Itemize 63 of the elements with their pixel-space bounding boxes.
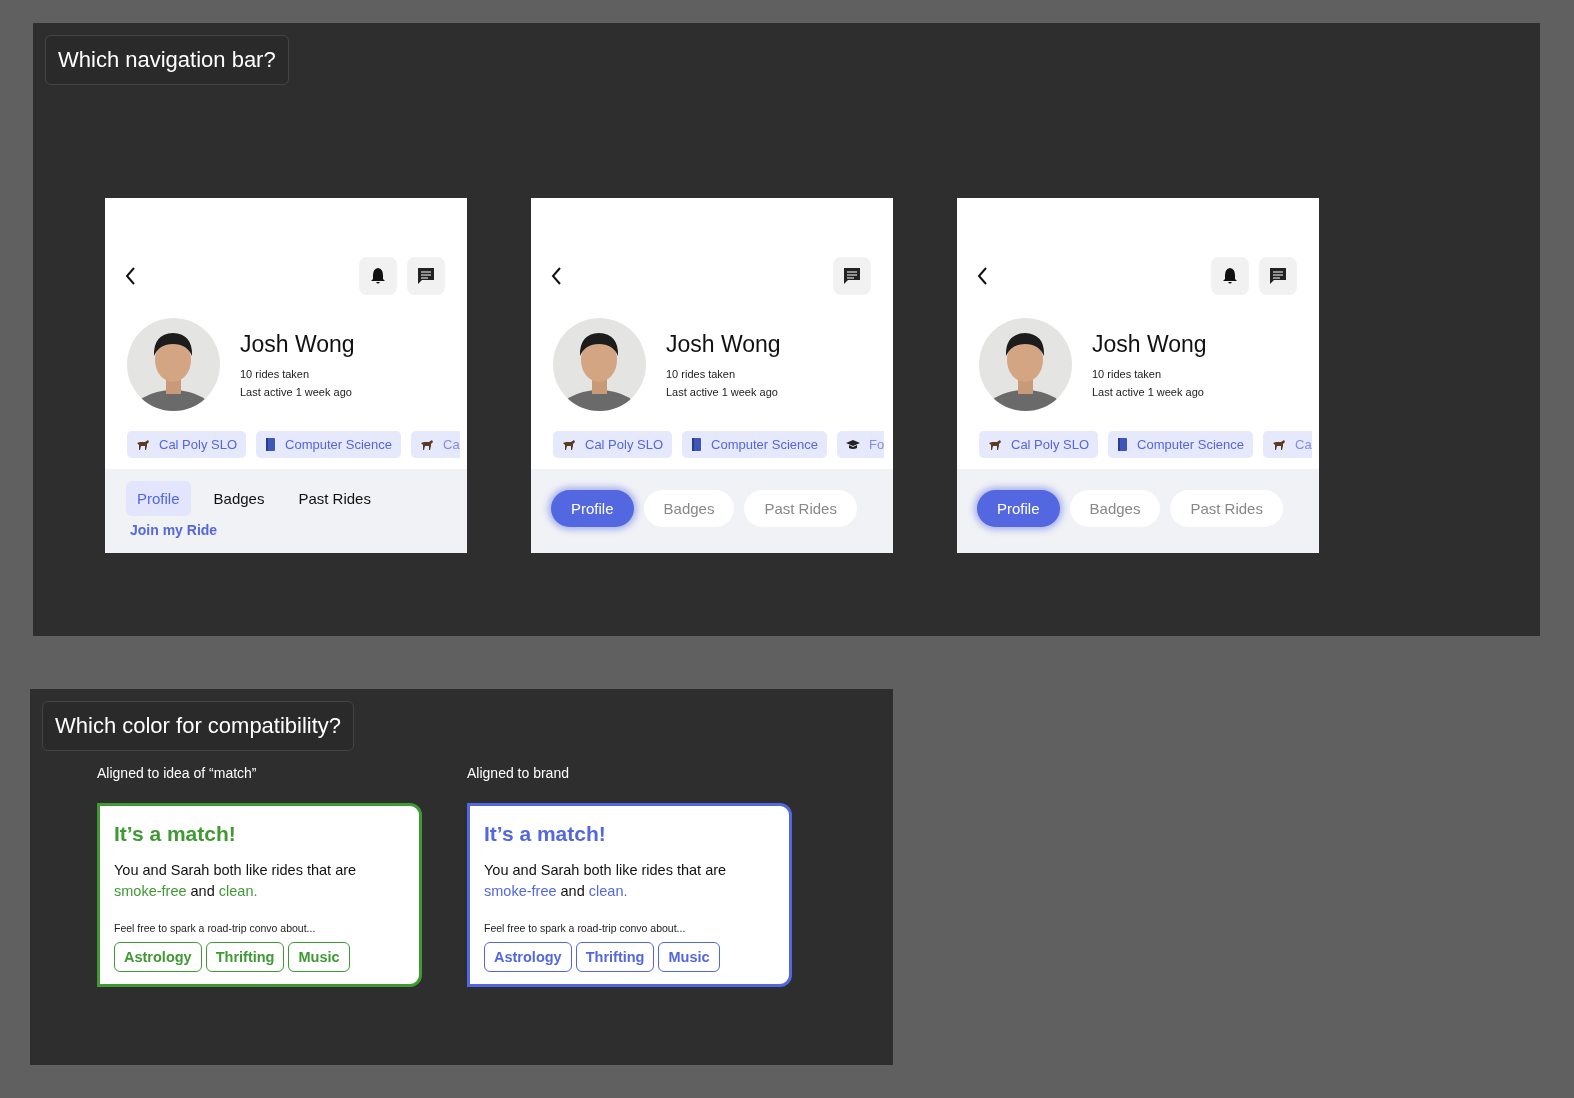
bell-icon — [1222, 267, 1238, 285]
profile-name: Josh Wong — [1092, 331, 1207, 358]
tab[interactable]: Profile — [551, 490, 634, 527]
profile-stat: 10 rides taken — [666, 368, 737, 380]
profile-name: Josh Wong — [240, 331, 355, 358]
topic-tag: Astrology — [484, 942, 572, 972]
tab[interactable]: Badges — [202, 481, 276, 516]
topic-tag: Music — [658, 942, 720, 972]
tab[interactable]: Past Rides — [744, 490, 857, 527]
tag-chip: Cal Poly SLO — [979, 431, 1099, 458]
profile-stat: 10 rides taken — [1092, 368, 1163, 380]
conversation-prompt: Feel free to spark a road-trip convo about... — [114, 922, 317, 934]
notifications-button[interactable] — [1211, 257, 1249, 295]
chat-icon — [843, 267, 861, 285]
tag-chip: Ca — [411, 431, 460, 458]
match-heading: It’s a match! — [114, 822, 237, 846]
tag-chip: Ca — [1263, 431, 1312, 458]
tag-chip: Cal Poly SLO — [553, 431, 673, 458]
book-icon — [691, 438, 703, 451]
tab[interactable]: Past Rides — [1170, 490, 1283, 527]
match-heading: It’s a match! — [484, 822, 607, 846]
profile-stat: Last active 1 week ago — [240, 386, 353, 398]
tab[interactable]: Profile — [977, 490, 1060, 527]
graduation-cap-icon — [846, 438, 860, 451]
profile-stat: Last active 1 week ago — [1092, 386, 1205, 398]
book-icon — [1117, 438, 1129, 451]
tab[interactable]: Past Rides — [287, 481, 382, 516]
option-caption: Aligned to brand — [467, 765, 570, 781]
topic-tag: Astrology — [114, 942, 202, 972]
topic-tag: Music — [288, 942, 350, 972]
messages-button[interactable] — [407, 257, 445, 295]
horse-icon — [420, 438, 434, 451]
horse-icon — [136, 438, 150, 451]
tab[interactable]: Badges — [643, 490, 735, 527]
tag-chip: Fo — [837, 431, 885, 458]
notifications-button[interactable] — [359, 257, 397, 295]
tab[interactable]: Badges — [1069, 490, 1161, 527]
question-title: Which navigation bar? — [45, 35, 289, 85]
chat-icon — [417, 267, 435, 285]
tag-chip: Computer Science — [682, 431, 827, 458]
tag-chip: Computer Science — [256, 431, 401, 458]
match-description: You and Sarah both like rides that are smoke-free and clean. — [114, 861, 358, 901]
question-title: Which color for compatibility? — [42, 701, 355, 751]
profile-name: Josh Wong — [666, 331, 781, 358]
option-caption: Aligned to idea of “match” — [97, 765, 258, 781]
section-heading: Join my Ride — [129, 522, 218, 538]
book-icon — [265, 438, 277, 451]
profile-stat: 10 rides taken — [240, 368, 311, 380]
tag-chip: Computer Science — [1108, 431, 1253, 458]
tag-chip: Cal Poly SLO — [127, 431, 247, 458]
messages-button[interactable] — [833, 257, 871, 295]
messages-button[interactable] — [1259, 257, 1297, 295]
horse-icon — [988, 438, 1002, 451]
chat-icon — [1269, 267, 1287, 285]
match-description: You and Sarah both like rides that are smoke-free and clean. — [484, 861, 728, 901]
profile-stat: Last active 1 week ago — [666, 386, 779, 398]
topic-tag: Thrifting — [205, 942, 285, 972]
bell-icon — [370, 267, 386, 285]
topic-tag: Thrifting — [575, 942, 655, 972]
tab[interactable]: Profile — [126, 481, 191, 516]
conversation-prompt: Feel free to spark a road-trip convo about... — [484, 922, 687, 934]
horse-icon — [562, 438, 576, 451]
horse-icon — [1272, 438, 1286, 451]
